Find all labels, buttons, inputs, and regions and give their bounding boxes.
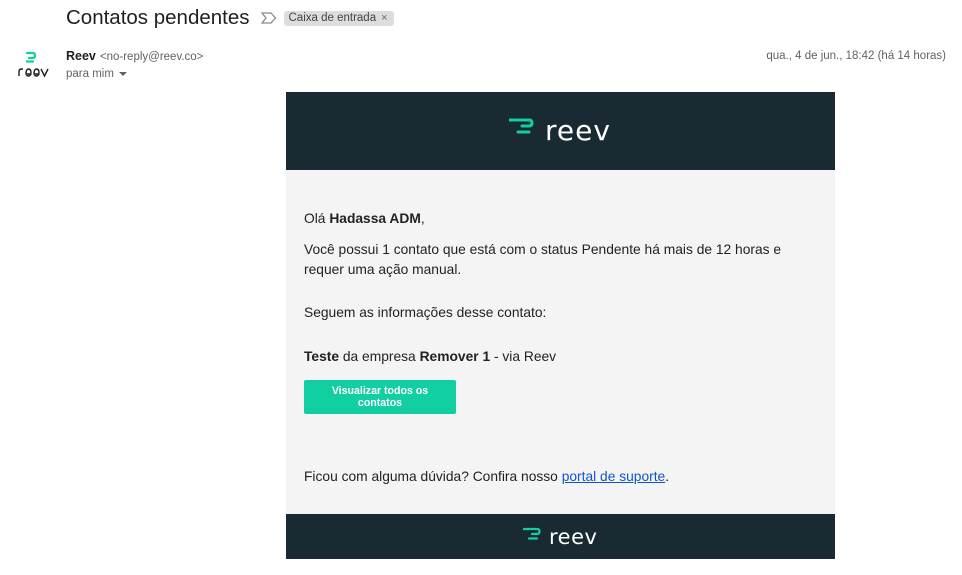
sender-name[interactable]: Reev — [66, 49, 96, 63]
sender-email: <no-reply@reev.co> — [99, 51, 204, 63]
footer-brand-wordmark: reev — [549, 526, 597, 548]
support-line: Ficou com alguma dúvida? Confira nosso p… — [304, 467, 669, 487]
recipient-row[interactable]: para mim — [66, 68, 127, 80]
inbox-label-chip[interactable]: Caixa de entrada × — [283, 10, 394, 26]
sender-row: Reev <no-reply@reev.co> — [66, 49, 203, 63]
greeting-name: Hadassa ADM — [329, 211, 421, 226]
greeting-prefix: Olá — [304, 211, 330, 226]
email-header-banner: reev — [286, 92, 835, 170]
reev-footer-logo-mark-icon — [522, 527, 541, 540]
info-intro: Seguem as informações desse contato: — [304, 305, 547, 320]
reev-footer-logo: reev — [522, 526, 597, 548]
recipient-details-caret-icon[interactable] — [118, 72, 127, 76]
support-portal-link[interactable]: portal de suporte — [562, 469, 666, 484]
contact-info: Teste da empresa Remover 1 - via Reev — [304, 347, 556, 367]
view-all-contacts-button[interactable]: Visualizar todos os contatos — [304, 380, 456, 414]
greeting: Olá Hadassa ADM, — [304, 209, 425, 229]
brand-wordmark: reev — [545, 116, 611, 146]
support-prefix: Ficou com alguma dúvida? Confira nosso — [304, 469, 562, 484]
contact-name: Teste — [304, 349, 340, 364]
sender-avatar — [18, 51, 49, 78]
recipient-text: para mim — [66, 68, 114, 80]
greeting-suffix: , — [420, 211, 425, 226]
reev-logo-icon — [18, 51, 49, 78]
email-footer-banner: reev — [286, 514, 835, 559]
subject-row: Contatos pendentes Caixa de entrada × — [66, 4, 394, 32]
email-date: qua., 4 de jun., 18:42 (há 14 horas) — [766, 50, 946, 62]
important-marker-icon[interactable] — [260, 12, 277, 24]
contact-suffix: - via Reev — [490, 349, 557, 364]
remove-label-icon[interactable]: × — [381, 12, 387, 24]
support-suffix: . — [665, 469, 670, 484]
reev-header-logo: reev — [508, 116, 611, 146]
company-name: Remover 1 — [419, 349, 491, 364]
email-body: reev Olá Hadassa ADM, Você possui 1 cont… — [286, 92, 835, 559]
reev-logo-mark-icon — [508, 118, 534, 134]
pending-message: Você possui 1 contato que está com o sta… — [304, 242, 782, 277]
email-subject: Contatos pendentes — [66, 6, 250, 29]
contact-mid: da empresa — [339, 349, 420, 364]
inbox-label-text: Caixa de entrada — [288, 11, 377, 24]
